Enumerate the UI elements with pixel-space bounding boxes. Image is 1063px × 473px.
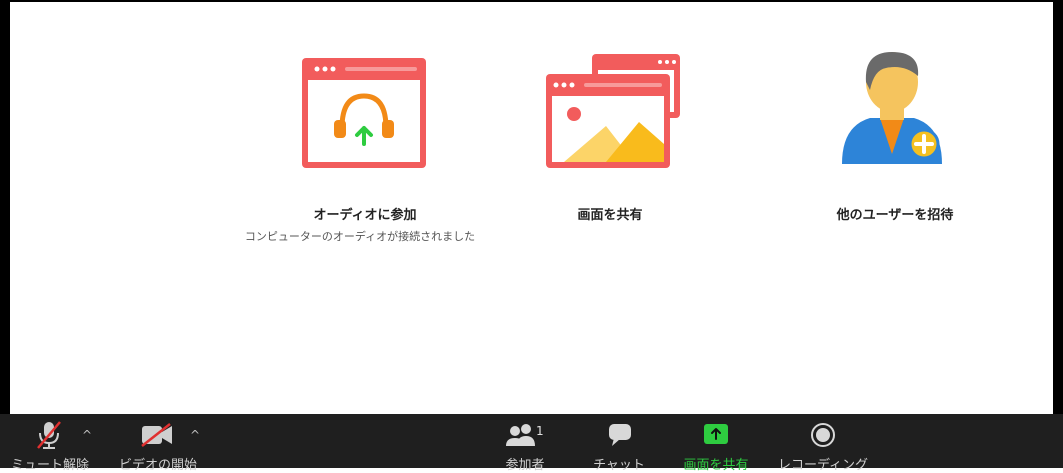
unmute-label: ミュート解除 [10, 458, 89, 473]
participants-label: 参加者 [505, 458, 545, 473]
invite-option[interactable]: 他のユーザーを招待 [810, 46, 960, 236]
join-audio-label: オーディオに参加 [313, 208, 417, 223]
headphones-window-icon [302, 58, 426, 168]
video-options-caret[interactable]: ^ [190, 428, 200, 442]
start-video-label: ビデオの開始 [118, 458, 197, 473]
share-screen-label: 画面を共有 [577, 208, 643, 223]
share-screen-windows-icon [546, 54, 680, 168]
record-label: レコーディング [777, 458, 869, 473]
chat-button[interactable]: チャット [584, 414, 654, 473]
join-audio-option[interactable]: オーディオに参加 [300, 52, 460, 242]
meeting-main-area: オーディオに参加 コンピューターのオーディオが接続されました 画面を共有 他のユ… [10, 2, 1053, 414]
audio-options-caret[interactable]: ^ [82, 428, 92, 442]
meeting-toolbar: ミュート解除 ^ ビデオの開始 ^ 1 参加者 チャット 画面を共有 レコーディ… [0, 414, 1063, 473]
record-icon [811, 423, 835, 447]
participants-button[interactable]: 1 参加者 [490, 414, 560, 473]
participants-count: 1 [536, 424, 544, 438]
chat-label: チャット [593, 458, 645, 473]
invite-label: 他のユーザーを招待 [836, 208, 954, 223]
video-camera-off-icon [141, 423, 172, 447]
microphone-muted-icon [37, 421, 61, 449]
chat-bubble-icon [609, 424, 631, 446]
record-button[interactable]: レコーディング [768, 414, 878, 473]
add-user-icon [842, 52, 942, 164]
share-screen-toolbar-label: 画面を共有 [683, 458, 749, 473]
participants-icon [506, 424, 535, 446]
audio-connected-text: コンピューターのオーディオが接続されました [244, 230, 476, 243]
share-screen-arrow-icon [704, 424, 728, 444]
share-screen-option[interactable]: 画面を共有 [540, 52, 680, 232]
share-screen-button[interactable]: 画面を共有 [672, 414, 760, 473]
audio-status: コンピューターのオーディオが接続されました [210, 228, 510, 246]
